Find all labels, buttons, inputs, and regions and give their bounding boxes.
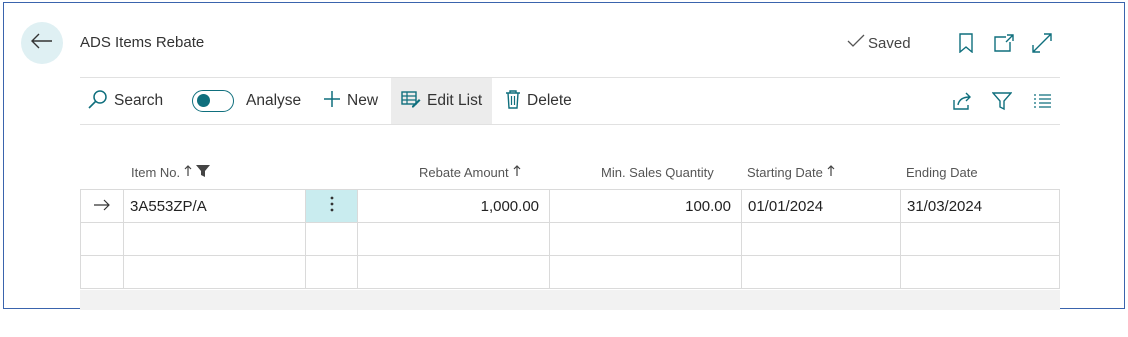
column-header-ending-date[interactable]: Ending Date (906, 165, 978, 180)
back-arrow-icon (31, 33, 53, 54)
rebate-amount-header-label: Rebate Amount (419, 165, 509, 180)
table-row[interactable]: 3A553ZP/A 1,000.00 100.00 01/01/2024 31/… (80, 190, 1060, 223)
back-button[interactable] (21, 22, 63, 64)
new-button[interactable]: New (323, 78, 378, 124)
column-header-rebate-amount[interactable]: Rebate Amount (419, 165, 521, 180)
sort-ascending-icon (184, 165, 192, 180)
ending-date-cell[interactable] (901, 256, 1060, 288)
min-sales-quantity-cell[interactable] (550, 256, 742, 288)
filter-icon[interactable] (990, 89, 1014, 113)
item-no-cell[interactable]: 3A553ZP/A (124, 190, 306, 222)
trash-icon (505, 89, 521, 114)
saved-label: Saved (868, 34, 911, 52)
rebate-amount-cell[interactable]: 1,000.00 (358, 190, 550, 222)
analyse-toggle[interactable]: Analyse (192, 78, 301, 124)
edit-list-label: Edit List (427, 92, 483, 109)
row-indicator[interactable] (80, 190, 124, 222)
edit-list-button[interactable]: Edit List (391, 78, 493, 124)
analyse-label: Analyse (246, 92, 302, 109)
row-indicator[interactable] (80, 223, 124, 255)
delete-label: Delete (527, 92, 572, 109)
header-actions (954, 31, 1054, 55)
bookmark-icon[interactable] (954, 31, 978, 55)
ending-date-cell[interactable] (901, 223, 1060, 255)
sort-ascending-icon (827, 165, 835, 180)
expand-icon[interactable] (1030, 31, 1054, 55)
edit-list-icon (401, 90, 421, 113)
page-title: ADS Items Rebate (80, 34, 205, 51)
row-actions-cell[interactable] (306, 256, 358, 288)
search-icon (88, 89, 108, 114)
action-toolbar: Search Analyse New Edit List Delete (80, 77, 1060, 125)
ending-date-header-label: Ending Date (906, 165, 978, 180)
page-frame: ADS Items Rebate Saved Search Analyse Ne… (3, 2, 1125, 310)
row-arrow-icon (93, 198, 111, 215)
new-label: New (347, 92, 379, 109)
row-actions-cell[interactable] (306, 223, 358, 255)
column-header-starting-date[interactable]: Starting Date (747, 165, 835, 180)
sort-ascending-icon (513, 165, 521, 180)
starting-date-cell[interactable]: 01/01/2024 (742, 190, 901, 222)
rebate-amount-cell[interactable] (358, 256, 550, 288)
item-no-header-label: Item No. (131, 165, 181, 180)
list-view-icon[interactable] (1030, 89, 1054, 113)
min-sales-quantity-header-label: Min. Sales Quantity (601, 165, 714, 180)
checkmark-icon (847, 34, 865, 52)
open-in-new-window-icon[interactable] (992, 31, 1016, 55)
min-sales-quantity-cell[interactable] (550, 223, 742, 255)
starting-date-cell[interactable] (742, 256, 901, 288)
column-header-min-sales-quantity[interactable]: Min. Sales Quantity (601, 165, 714, 180)
share-icon[interactable] (950, 89, 974, 113)
row-actions-button[interactable] (306, 190, 358, 222)
toolbar-right-actions (950, 78, 1060, 124)
min-sales-quantity-cell[interactable]: 100.00 (550, 190, 742, 222)
column-filter-icon (196, 165, 211, 180)
starting-date-cell[interactable] (742, 223, 901, 255)
rebate-amount-cell[interactable] (358, 223, 550, 255)
table-row[interactable] (80, 223, 1060, 256)
delete-button[interactable]: Delete (505, 78, 572, 124)
rebate-lines-grid: 3A553ZP/A 1,000.00 100.00 01/01/2024 31/… (80, 189, 1060, 289)
more-options-icon (330, 196, 334, 216)
starting-date-header-label: Starting Date (747, 165, 823, 180)
item-no-cell[interactable] (124, 256, 306, 288)
saved-status: Saved (847, 34, 911, 52)
item-no-cell[interactable] (124, 223, 306, 255)
row-indicator[interactable] (80, 256, 124, 288)
plus-icon (323, 90, 341, 113)
table-row[interactable] (80, 256, 1060, 289)
ending-date-cell[interactable]: 31/03/2024 (901, 190, 1060, 222)
search-button[interactable]: Search (88, 78, 163, 124)
search-label: Search (114, 92, 164, 109)
toggle-switch[interactable] (192, 90, 234, 112)
column-header-item-no[interactable]: Item No. (131, 165, 211, 180)
grid-footer (80, 290, 1060, 310)
